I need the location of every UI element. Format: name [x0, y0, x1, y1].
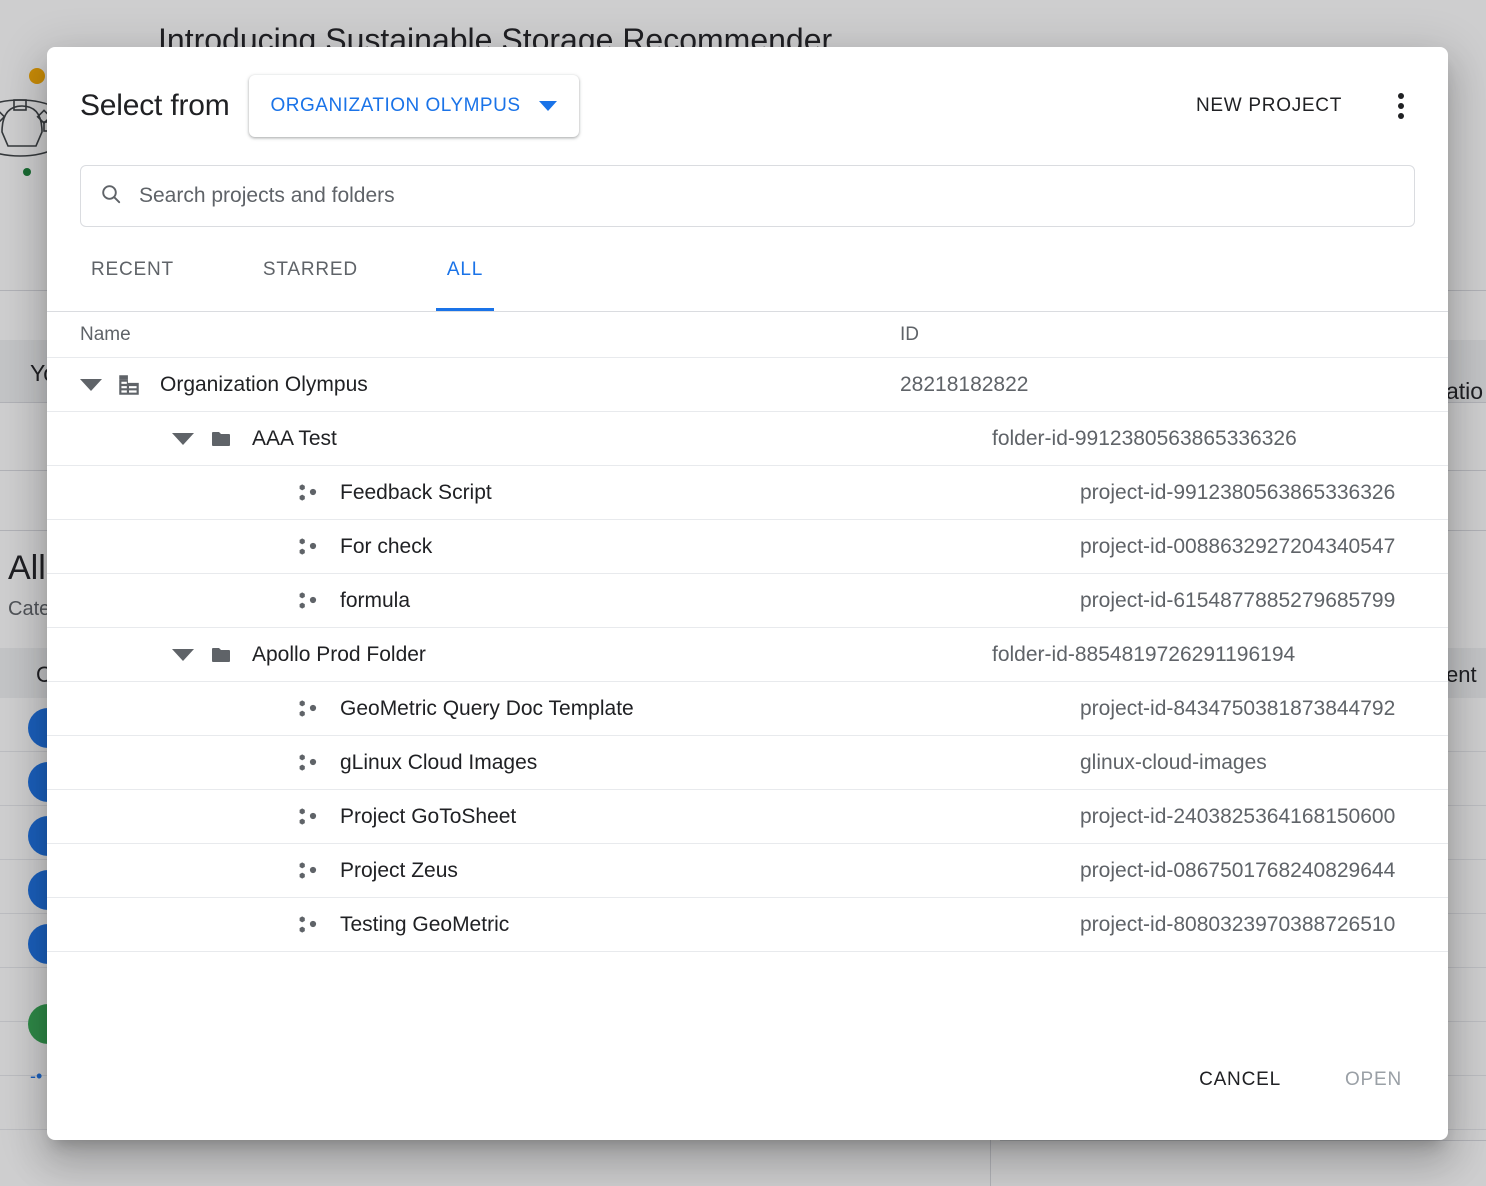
project-hexagons-icon: [296, 750, 322, 776]
project-hexagons-icon: [296, 480, 322, 506]
tab-bar: RECENT STARRED ALL: [47, 259, 1448, 312]
chevron-expand-placeholder: [260, 536, 282, 558]
dialog-header-actions: NEW PROJECT: [1192, 87, 1416, 125]
open-button[interactable]: OPEN: [1339, 1059, 1408, 1101]
tab-starred[interactable]: STARRED: [252, 259, 369, 311]
project-hexagons-icon: [296, 858, 322, 884]
row-name-cell: Feedback Script: [80, 480, 1080, 506]
chevron-expand-icon[interactable]: [172, 644, 194, 666]
chevron-expand-icon[interactable]: [80, 374, 102, 396]
row-name-label: GeoMetric Query Doc Template: [340, 697, 634, 721]
search-field[interactable]: [80, 165, 1415, 227]
row-name-cell: Project Zeus: [80, 858, 1080, 884]
row-name-label: Project GoToSheet: [340, 805, 516, 829]
kebab-menu-icon[interactable]: [1386, 91, 1416, 121]
chevron-expand-placeholder: [260, 590, 282, 612]
cancel-button[interactable]: CANCEL: [1193, 1059, 1287, 1101]
table-row[interactable]: Organization Olympus 28218182822: [47, 358, 1448, 412]
project-hexagons-icon: [296, 696, 322, 722]
tab-all[interactable]: ALL: [436, 259, 494, 311]
dialog-title: Select from: [80, 89, 230, 123]
tab-recent[interactable]: RECENT: [80, 259, 185, 311]
project-hexagons-icon: [296, 588, 322, 614]
column-header-id: ID: [900, 324, 919, 346]
row-id-cell: project-id-8434750381873844792: [1080, 697, 1395, 721]
row-id-cell: project-id-9912380563865336326: [1080, 481, 1395, 505]
row-id-cell: project-id-6154877885279685799: [1080, 589, 1395, 613]
row-id-cell: project-id-8080323970388726510: [1080, 913, 1395, 937]
chevron-expand-placeholder: [260, 698, 282, 720]
table-row[interactable]: Project Zeus project-id-0867501768240829…: [47, 844, 1448, 898]
row-name-label: Project Zeus: [340, 859, 458, 883]
row-name-cell: Testing GeoMetric: [80, 912, 1080, 938]
table-row[interactable]: Project GoToSheet project-id-24038253641…: [47, 790, 1448, 844]
row-id-cell: folder-id-9912380563865336326: [992, 427, 1297, 451]
chevron-expand-placeholder: [260, 860, 282, 882]
row-name-label: AAA Test: [252, 427, 337, 451]
row-id-cell: project-id-0867501768240829644: [1080, 859, 1395, 883]
row-id-cell: project-id-0088632927204340547: [1080, 535, 1395, 559]
column-header-name: Name: [80, 324, 900, 346]
folder-icon: [208, 426, 234, 452]
row-name-label: Apollo Prod Folder: [252, 643, 426, 667]
table-row[interactable]: For check project-id-0088632927204340547: [47, 520, 1448, 574]
project-hexagons-icon: [296, 804, 322, 830]
row-name-cell: GeoMetric Query Doc Template: [80, 696, 1080, 722]
chevron-expand-placeholder: [260, 482, 282, 504]
dialog-header: Select from ORGANIZATION OLYMPUS NEW PRO…: [47, 47, 1448, 165]
project-hexagons-icon: [296, 534, 322, 560]
row-name-label: Organization Olympus: [160, 373, 368, 397]
chevron-down-icon: [539, 101, 557, 111]
dialog-footer: CANCEL OPEN: [47, 1020, 1448, 1140]
row-name-label: formula: [340, 589, 410, 613]
project-hexagons-icon: [296, 912, 322, 938]
row-id-cell: project-id-2403825364168150600: [1080, 805, 1395, 829]
row-name-label: For check: [340, 535, 432, 559]
table-row[interactable]: GeoMetric Query Doc Template project-id-…: [47, 682, 1448, 736]
chevron-expand-icon[interactable]: [172, 428, 194, 450]
table-row[interactable]: Feedback Script project-id-9912380563865…: [47, 466, 1448, 520]
table-row[interactable]: gLinux Cloud Images glinux-cloud-images: [47, 736, 1448, 790]
row-name-cell: formula: [80, 588, 1080, 614]
row-id-cell: 28218182822: [900, 373, 1028, 397]
row-name-label: Testing GeoMetric: [340, 913, 509, 937]
row-name-cell: Apollo Prod Folder: [80, 642, 992, 668]
row-name-label: gLinux Cloud Images: [340, 751, 537, 775]
row-name-cell: Project GoToSheet: [80, 804, 1080, 830]
chevron-expand-placeholder: [260, 806, 282, 828]
organization-selector-label: ORGANIZATION OLYMPUS: [271, 95, 521, 117]
resource-tree: Organization Olympus 28218182822 AAA Tes…: [47, 358, 1448, 952]
organization-selector[interactable]: ORGANIZATION OLYMPUS: [249, 75, 579, 137]
chevron-expand-placeholder: [260, 914, 282, 936]
organization-building-icon: [116, 372, 142, 398]
chevron-expand-placeholder: [260, 752, 282, 774]
table-row[interactable]: AAA Test folder-id-9912380563865336326: [47, 412, 1448, 466]
row-name-cell: gLinux Cloud Images: [80, 750, 1080, 776]
table-row[interactable]: formula project-id-6154877885279685799: [47, 574, 1448, 628]
row-name-cell: AAA Test: [80, 426, 992, 452]
row-id-cell: folder-id-8854819726291196194: [992, 643, 1295, 667]
table-header: Name ID: [47, 312, 1448, 358]
row-name-cell: For check: [80, 534, 1080, 560]
row-name-label: Feedback Script: [340, 481, 492, 505]
row-id-cell: glinux-cloud-images: [1080, 751, 1267, 775]
table-row[interactable]: Testing GeoMetric project-id-80803239703…: [47, 898, 1448, 952]
table-row[interactable]: Apollo Prod Folder folder-id-88548197262…: [47, 628, 1448, 682]
search-icon: [99, 182, 123, 211]
project-picker-dialog: Select from ORGANIZATION OLYMPUS NEW PRO…: [47, 47, 1448, 1140]
row-name-cell: Organization Olympus: [80, 372, 900, 398]
new-project-button[interactable]: NEW PROJECT: [1192, 87, 1346, 125]
search-input[interactable]: [137, 183, 1396, 209]
folder-icon: [208, 642, 234, 668]
